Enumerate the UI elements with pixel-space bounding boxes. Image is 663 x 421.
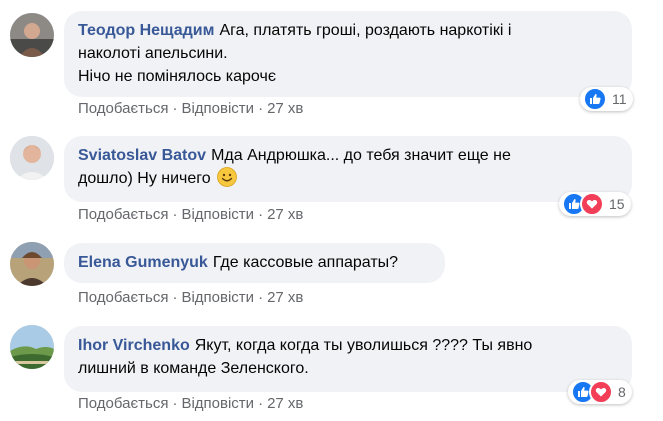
comment-actions: Подобається · Відповісти · 27 хв <box>78 395 303 412</box>
comment-actions: Подобається · Відповісти · 27 хв <box>78 100 303 117</box>
reaction-count: 8 <box>618 384 626 400</box>
reaction-summary[interactable]: 11 <box>580 87 633 111</box>
avatar[interactable] <box>10 136 54 180</box>
comment-text-line: лишний в команде Зеленского. <box>78 360 309 377</box>
comment-author[interactable]: Теодор Нещадим <box>78 22 214 39</box>
like-button[interactable]: Подобається <box>78 395 168 412</box>
comment-bubble: Sviatoslav Batov Мда Андрюшка... до тебя … <box>64 136 632 202</box>
like-button[interactable]: Подобається <box>78 289 168 306</box>
comment-timestamp[interactable]: 27 хв <box>267 289 303 306</box>
separator: · <box>258 206 264 223</box>
comment-text-line: Мда Андрюшка... до тебя значит еще не <box>211 147 511 164</box>
comment-timestamp[interactable]: 27 хв <box>267 206 303 223</box>
comment-actions: Подобається · Відповісти · 27 хв <box>78 289 303 306</box>
separator: · <box>172 100 178 117</box>
separator: · <box>172 289 178 306</box>
comment-timestamp[interactable]: 27 хв <box>267 395 303 412</box>
like-button[interactable]: Подобається <box>78 100 168 117</box>
comment-bubble: Ihor Virchenko Якут, когда когда ты уволи… <box>64 326 632 392</box>
reaction-summary[interactable]: 15 <box>559 192 631 216</box>
comment-author[interactable]: Ihor Virchenko <box>78 337 190 354</box>
avatar-image-teodor <box>10 13 54 57</box>
like-button[interactable]: Подобається <box>78 206 168 223</box>
comment-author[interactable]: Elena Gumenyuk <box>78 254 208 271</box>
reply-button[interactable]: Відповісти <box>181 206 254 223</box>
comment-bubble: Elena Gumenyuk Где кассовые аппараты? <box>64 243 445 283</box>
comment-text-line: дошло) Ну ничего <box>78 170 211 187</box>
avatar-image-elena <box>10 242 54 286</box>
comment-timestamp[interactable]: 27 хв <box>267 100 303 117</box>
comment-text-line: наколоті апельсини. <box>78 45 228 62</box>
comment-bubble: Теодор Нещадим Ага, платять гроші, роздаю… <box>64 11 632 97</box>
separator: · <box>258 289 264 306</box>
love-icon <box>580 192 604 216</box>
reaction-summary[interactable]: 8 <box>568 380 632 404</box>
separator: · <box>258 100 264 117</box>
love-icon <box>589 380 613 404</box>
separator: · <box>172 206 178 223</box>
like-icon <box>583 87 607 111</box>
comment-text-line: Ага, платять гроші, роздають наркотікі і <box>219 22 512 39</box>
avatar-image-sviatoslav <box>10 136 54 180</box>
reply-button[interactable]: Відповісти <box>181 289 254 306</box>
avatar[interactable] <box>10 325 54 369</box>
separator: · <box>172 395 178 412</box>
comment-actions: Подобається · Відповісти · 27 хв <box>78 206 303 223</box>
comment-text-line: Нічо не помінялось карочє <box>78 68 276 85</box>
avatar[interactable] <box>10 242 54 286</box>
reply-button[interactable]: Відповісти <box>181 100 254 117</box>
comment-text-line: Якут, когда когда ты уволишься ???? Ты я… <box>194 337 533 354</box>
avatar[interactable] <box>10 13 54 57</box>
comment-author[interactable]: Sviatoslav Batov <box>78 147 206 164</box>
avatar-image-ihor <box>10 325 54 369</box>
reply-button[interactable]: Відповісти <box>181 395 254 412</box>
smile-emoji-icon <box>217 167 238 187</box>
separator: · <box>258 395 264 412</box>
reaction-count: 11 <box>612 91 627 107</box>
reaction-count: 15 <box>609 196 625 212</box>
comment-text-line: Где кассовые аппараты? <box>212 254 399 271</box>
